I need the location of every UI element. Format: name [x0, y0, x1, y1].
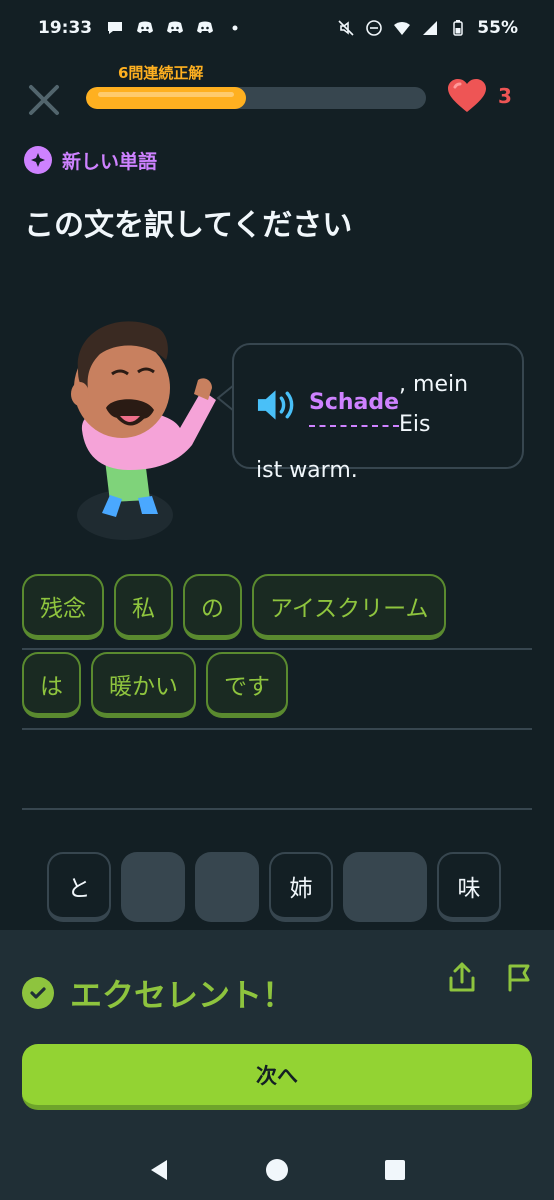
dot-icon — [232, 25, 238, 31]
word-bank-empty-slot — [195, 852, 259, 922]
answer-line — [22, 808, 532, 810]
feedback-message: エクセレント！ — [22, 970, 294, 1016]
sentence-word-new[interactable]: Schade — [308, 383, 400, 427]
new-word-label: 新しい単語 — [62, 150, 158, 173]
sparkle-icon — [24, 146, 52, 174]
lesson-progress-fill — [86, 87, 246, 109]
word-bank-empty-slot — [121, 852, 185, 922]
answer-tile[interactable]: アイスクリーム — [252, 574, 447, 640]
answer-tile[interactable]: の — [183, 574, 242, 640]
page-title: この文を訳してください — [24, 208, 353, 243]
lesson-progress-bar — [86, 87, 426, 109]
word-bank-empty-slot — [343, 852, 427, 922]
discord-icon — [167, 21, 184, 33]
feedback-panel: エクセレント！ 次へ — [0, 930, 554, 1140]
speech-bubble: Schade , mein Eis ist warm. — [232, 343, 524, 483]
heart-icon — [448, 79, 486, 112]
word-bank-tile[interactable]: 味 — [437, 852, 501, 922]
system-icons: 55% — [337, 18, 518, 38]
next-button[interactable]: 次へ — [22, 1044, 532, 1110]
chat-bubble-icon — [108, 22, 123, 34]
sentence-word[interactable]: ist warm. — [256, 451, 504, 491]
feedback-text: エクセレント！ — [70, 976, 295, 1014]
word-bank-tile[interactable]: 姉 — [269, 852, 333, 922]
signal-icon — [423, 21, 438, 35]
flag-icon[interactable] — [502, 960, 534, 994]
battery-percent: 55% — [477, 18, 518, 38]
character-illustration — [71, 321, 217, 540]
back-nav-button[interactable] — [144, 1155, 174, 1185]
answer-tile[interactable]: 暖かい — [91, 652, 196, 718]
battery-icon — [453, 20, 464, 36]
check-icon — [22, 977, 54, 1009]
status-time: 19:33 — [38, 18, 93, 38]
wifi-icon — [394, 22, 411, 35]
answer-tile[interactable]: です — [206, 652, 288, 718]
back-triangle-icon — [151, 1160, 167, 1180]
dnd-icon — [366, 20, 383, 36]
recents-square-icon — [385, 1160, 405, 1180]
streak-label: 6問連続正解 — [118, 64, 204, 82]
hearts-count: 3 — [498, 84, 512, 108]
recents-nav-button[interactable] — [380, 1155, 410, 1185]
hearts-counter[interactable]: 3 — [446, 78, 512, 114]
answer-row: 残念 私 の アイスクリーム — [22, 570, 532, 648]
close-icon — [29, 85, 59, 115]
sentence-word[interactable]: , mein Eis — [399, 365, 504, 445]
answer-row: は 暖かい です — [22, 648, 532, 726]
answer-line — [22, 728, 532, 730]
notification-icons — [106, 19, 244, 37]
answer-line — [22, 648, 532, 650]
word-bank-tile[interactable]: と — [47, 852, 111, 922]
answer-tile[interactable]: は — [22, 652, 81, 718]
discord-icon — [137, 21, 154, 33]
answer-tile[interactable]: 私 — [114, 574, 173, 640]
word-bank: と 姉 味 — [47, 852, 501, 922]
answer-tile[interactable]: 残念 — [22, 574, 104, 640]
speaker-icon[interactable] — [256, 387, 299, 423]
close-button[interactable] — [24, 80, 64, 120]
discord-icon — [197, 21, 214, 33]
new-word-badge: 新しい単語 — [24, 146, 157, 174]
share-icon[interactable] — [446, 960, 478, 994]
status-bar: 19:33 55% — [0, 0, 554, 56]
home-circle-icon — [266, 1159, 288, 1181]
mute-icon — [338, 20, 354, 36]
home-nav-button[interactable] — [262, 1155, 292, 1185]
navigation-bar — [0, 1140, 554, 1200]
